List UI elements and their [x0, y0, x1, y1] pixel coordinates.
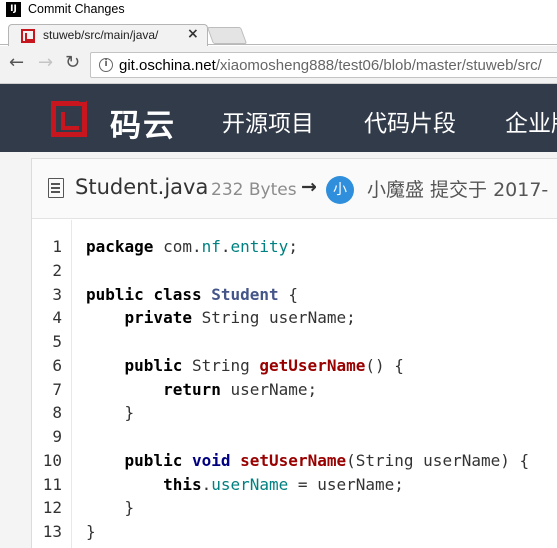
- code-viewer: 1 2 3 4 5 6 7 8 9 10 11 12 13 package com.nf.entity;…: [32, 220, 557, 548]
- address-bar[interactable]: i git.oschina.net/xiaomosheng888/test06/…: [90, 52, 557, 78]
- code-line: this.userName = userName;: [86, 475, 404, 494]
- page-content: Student.java 232 Bytes → 小 小魔盛 提交于 2017-…: [0, 152, 557, 548]
- code-token: return: [163, 379, 221, 399]
- browser-tab[interactable]: stuweb/src/main/java/ ×: [8, 24, 208, 46]
- code-token: package: [86, 237, 154, 256]
- code-line: public class Student {: [86, 285, 298, 304]
- code-token: Student: [211, 284, 279, 304]
- code-token: ;: [288, 237, 298, 256]
- line-number[interactable]: 3: [32, 285, 62, 304]
- nav-link-code-snippets[interactable]: 代码片段: [364, 104, 456, 138]
- file-header: Student.java 232 Bytes → 小 小魔盛 提交于 2017-: [32, 159, 557, 219]
- code-token: private: [124, 308, 192, 328]
- file-panel: Student.java 232 Bytes → 小 小魔盛 提交于 2017-…: [31, 158, 557, 548]
- back-arrow-icon[interactable]: ←: [9, 52, 24, 73]
- code-line: public String getUserName() {: [86, 356, 404, 375]
- intellij-app-icon: IJ: [6, 2, 21, 17]
- code-line: private String userName;: [86, 308, 356, 327]
- code-token: (String userName) {: [346, 450, 530, 470]
- line-number[interactable]: 13: [32, 522, 62, 541]
- code-line: }: [86, 403, 135, 423]
- code-token: this: [163, 474, 202, 494]
- code-token: .: [201, 474, 212, 494]
- code-line: }: [86, 498, 135, 518]
- forward-arrow-icon[interactable]: →: [38, 52, 53, 73]
- code-token: com.: [153, 237, 202, 256]
- code-line: public void setUserName(String userName)…: [86, 450, 530, 470]
- nav-link-enterprise[interactable]: 企业版: [505, 104, 557, 138]
- code-token: () {: [365, 355, 404, 375]
- commit-meta[interactable]: 小魔盛 提交于 2017-: [367, 175, 548, 202]
- code-line: }: [86, 522, 96, 541]
- line-number[interactable]: 5: [32, 332, 62, 351]
- line-number[interactable]: 12: [32, 498, 62, 517]
- url-path: /xiaomosheng888/test06/blob/master/stuwe…: [215, 57, 542, 74]
- nav-link-open-source[interactable]: 开源项目: [222, 104, 314, 138]
- line-number[interactable]: 11: [32, 475, 62, 494]
- line-number[interactable]: 7: [32, 380, 62, 399]
- code-line: package com.nf.entity;: [86, 237, 298, 256]
- site-header: 码云 开源项目 代码片段 企业版: [0, 84, 557, 152]
- site-info-icon[interactable]: i: [99, 58, 113, 72]
- code-token: getUserName: [259, 355, 366, 375]
- url-host: git.oschina.net: [119, 57, 216, 74]
- new-tab-button[interactable]: [206, 27, 248, 44]
- site-logo-text[interactable]: 码云: [110, 100, 176, 145]
- code-token: }: [86, 498, 135, 518]
- line-number[interactable]: 6: [32, 356, 62, 375]
- line-number[interactable]: 9: [32, 427, 62, 446]
- code-token: String userName;: [191, 308, 356, 328]
- line-number-gutter: 1 2 3 4 5 6 7 8 9 10 11 12 13: [32, 220, 72, 548]
- file-icon: [48, 178, 64, 198]
- code-token: setUserName: [240, 450, 347, 470]
- code-token: {: [278, 284, 298, 304]
- code-token: public: [124, 450, 183, 470]
- window-title: Commit Changes: [28, 2, 125, 16]
- file-size: 232 Bytes: [211, 180, 297, 200]
- line-number[interactable]: 8: [32, 403, 62, 422]
- code-token: public: [86, 284, 144, 304]
- code-token: nf: [201, 237, 221, 256]
- code-token: public: [124, 355, 183, 375]
- code-token: = userName;: [288, 474, 404, 494]
- code-line: return userName;: [86, 380, 317, 399]
- code-token: userName: [211, 474, 289, 494]
- url-text[interactable]: git.oschina.net/xiaomosheng888/test06/bl…: [119, 57, 542, 74]
- tab-close-icon[interactable]: ×: [187, 26, 199, 42]
- code-token: entity: [230, 237, 289, 256]
- gitee-logo-icon[interactable]: [51, 97, 87, 137]
- line-number[interactable]: 2: [32, 261, 62, 280]
- code-token: userName;: [220, 379, 318, 399]
- line-number[interactable]: 10: [32, 451, 62, 470]
- browser-toolbar: ← → ↻ i git.oschina.net/xiaomosheng888/t…: [0, 46, 557, 84]
- code-token: }: [86, 522, 96, 541]
- code-token: String: [182, 355, 260, 375]
- code-token: void: [191, 450, 231, 470]
- code-token: .: [220, 237, 231, 256]
- reload-icon[interactable]: ↻: [65, 52, 80, 73]
- line-number[interactable]: 1: [32, 237, 62, 256]
- code-token: class: [153, 284, 202, 304]
- avatar[interactable]: 小: [326, 176, 354, 204]
- arrow-icon: →: [301, 176, 317, 198]
- browser-tab-strip: stuweb/src/main/java/ ×: [0, 20, 557, 46]
- window-titlebar: IJ Commit Changes: [0, 0, 557, 20]
- tab-title: stuweb/src/main/java/: [43, 28, 159, 42]
- gitee-favicon-icon: [21, 29, 35, 43]
- code-token: }: [86, 403, 135, 423]
- file-name: Student.java: [75, 175, 209, 199]
- line-number[interactable]: 4: [32, 308, 62, 327]
